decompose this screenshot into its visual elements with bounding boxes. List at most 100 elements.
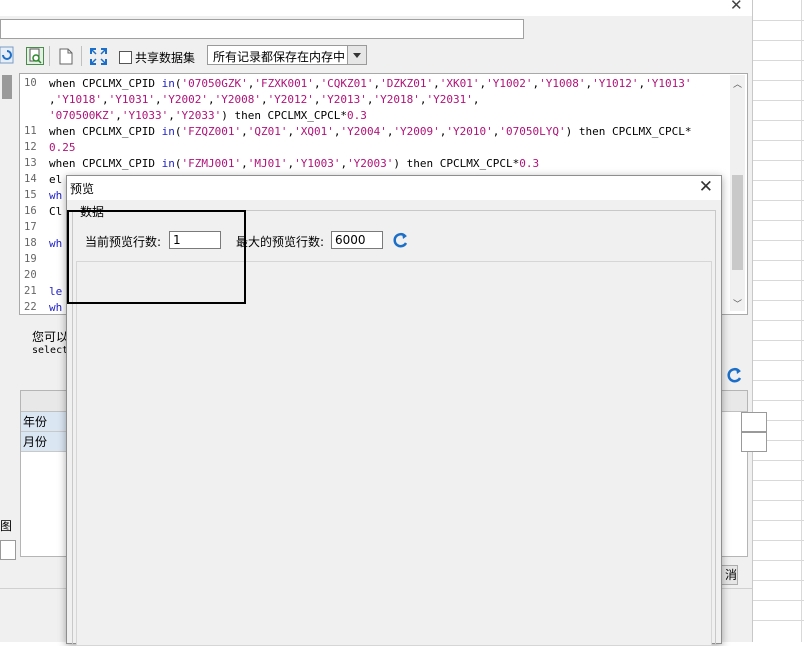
scroll-up-icon[interactable]: ︿ (733, 77, 742, 90)
sql-literal: 'Y1012' (592, 77, 639, 90)
sql-literal: 'Y1033' (121, 109, 169, 122)
sql-literal: 'Y2009' (393, 125, 440, 138)
sql-text: , (313, 77, 321, 90)
sql-literal: 'XK01' (439, 77, 480, 90)
line-number: 10 (24, 77, 37, 89)
sql-text: ) then CPCLMX_CPCL* (393, 157, 520, 170)
sql-literal: 0.25 (49, 141, 76, 154)
sql-text: ) then CPCLMX_CPCL* (221, 109, 348, 122)
scroll-down-icon[interactable]: ﹀ (733, 297, 742, 310)
refresh-icon[interactable] (0, 46, 14, 64)
code-line: wh (49, 301, 62, 314)
parameter-hint-text: 您可以 (32, 330, 69, 344)
sql-literal: 'FZMJ001' (181, 157, 242, 170)
sql-text: , (168, 109, 175, 122)
sql-text: , (241, 157, 248, 170)
code-line: '070500KZ','Y1033','Y2033') then CPCLMX_… (49, 109, 367, 122)
dataset-dialog-titlebar (0, 0, 752, 16)
sql-literal: 0.3 (519, 157, 540, 170)
sql-keyword: in (161, 77, 175, 90)
sql-literal: 'Y1002' (486, 77, 533, 90)
sql-text: , (313, 93, 321, 106)
code-line: le (49, 285, 62, 298)
preview-title: 预览 (70, 182, 95, 196)
sql-keyword: in (161, 125, 175, 138)
sql-literal: 'Y2018' (373, 93, 420, 106)
dataset-close-icon[interactable]: ✕ (730, 0, 743, 14)
parameter-hint-sub: select (32, 345, 69, 356)
sql-literal: 'QZ01' (247, 125, 288, 138)
sql-text: , (433, 77, 440, 90)
sql-text: ) then CPCLMX_CPCL* (565, 125, 692, 138)
max-rows-label: 最大的预览行数: (236, 235, 325, 249)
sql-keyword: wh (49, 189, 63, 202)
table-row[interactable]: 月份 (21, 432, 67, 452)
preview-data-grid[interactable] (76, 261, 712, 646)
sql-literal: 'Y2031' (426, 93, 473, 106)
line-number: 20 (24, 269, 37, 281)
left-panel-input[interactable] (0, 540, 16, 560)
sql-literal: 'Y2004' (340, 125, 387, 138)
sql-literal: 'Y2033' (174, 109, 222, 122)
sql-literal: '07050GZK' (181, 77, 248, 90)
sql-literal: 'FZXK001' (254, 77, 314, 90)
sql-literal: 'Y1013' (645, 77, 692, 90)
scrollbar-thumb[interactable] (2, 75, 12, 99)
sql-literal: 'Y1018' (55, 93, 102, 106)
code-line: 0.25 (49, 141, 76, 154)
code-line: el (49, 173, 62, 186)
max-rows-input[interactable]: 6000 (331, 231, 383, 249)
parameter-value-input[interactable] (741, 412, 767, 432)
sql-text: Cl (49, 205, 63, 218)
line-number: 16 (24, 205, 37, 217)
line-number: 22 (24, 301, 37, 313)
line-number-gutter: 10 11 12 13 14 15 16 17 18 19 20 21 22 (20, 74, 46, 314)
sql-text: , (472, 93, 480, 106)
line-number: 18 (24, 237, 37, 249)
preview-data-icon[interactable] (26, 47, 44, 65)
sql-literal: 'Y2012' (267, 93, 314, 106)
storage-mode-value: 所有记录都保存在内存中 (213, 50, 346, 64)
sql-text: when CPCLMX_CPID (49, 157, 162, 170)
scrollbar-thumb[interactable] (732, 175, 743, 270)
sql-text: el (49, 173, 63, 186)
sql-text: , (101, 93, 109, 106)
table-row[interactable]: 年份 (21, 412, 67, 432)
sql-literal: 'MJ01' (247, 157, 288, 170)
sql-literal: 'Y2008' (214, 93, 261, 106)
code-line: wh (49, 189, 62, 202)
preview-titlebar: 预览 ✕ (67, 176, 721, 200)
sql-literal: '070500KZ' (49, 109, 116, 122)
sql-literal: 'DZKZ01' (380, 77, 434, 90)
line-number: 21 (24, 285, 37, 297)
sql-literal: 'Y1008' (539, 77, 586, 90)
parameter-refresh-icon[interactable] (727, 366, 743, 388)
sql-literal: 'FZQZ001' (181, 125, 242, 138)
line-number: 12 (24, 141, 37, 153)
share-dataset-checkbox[interactable] (119, 51, 132, 64)
parameter-value-input[interactable] (741, 432, 767, 452)
sql-keyword: in (161, 157, 175, 170)
line-number: 11 (24, 125, 37, 137)
chevron-down-icon[interactable] (347, 46, 366, 64)
refresh-icon[interactable] (393, 231, 409, 252)
sql-literal: 'Y2002' (161, 93, 208, 106)
dataset-name-input[interactable] (0, 19, 524, 39)
line-number: 14 (24, 173, 37, 185)
spreadsheet-background (752, 0, 804, 642)
toolbar-separator (49, 46, 50, 66)
left-panel-label: 图 (0, 519, 13, 533)
code-line: when CPCLMX_CPID in('07050GZK','FZXK001'… (49, 77, 691, 90)
fullscreen-icon[interactable] (90, 48, 108, 66)
left-panel-scrollbar[interactable] (0, 73, 14, 313)
sql-text: when CPCLMX_CPID (49, 77, 162, 90)
highlight-box (67, 210, 246, 304)
line-number: 17 (24, 221, 37, 233)
new-document-icon[interactable] (59, 48, 77, 66)
sql-editor-scrollbar[interactable]: ︿ ﹀ (730, 75, 745, 311)
sql-text: , (241, 125, 248, 138)
line-number: 13 (24, 157, 37, 169)
storage-mode-select[interactable]: 所有记录都保存在内存中 (207, 45, 367, 65)
close-icon[interactable]: ✕ (699, 177, 713, 197)
sql-text: , (366, 93, 374, 106)
